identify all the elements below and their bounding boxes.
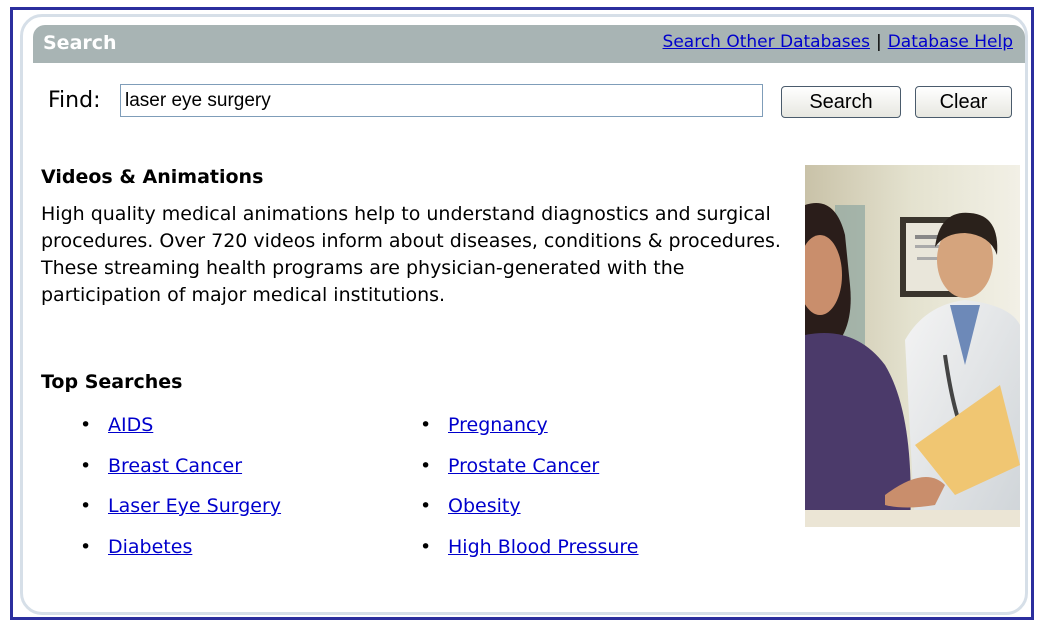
list-item: • High Blood Pressure <box>420 536 639 577</box>
search-link-laser-eye-surgery[interactable]: Laser Eye Surgery <box>108 495 281 517</box>
list-item: • Diabetes <box>80 536 281 577</box>
search-input[interactable] <box>120 84 763 117</box>
top-searches-right-list: • Pregnancy • Prostate Cancer • Obesity • Hi… <box>420 414 639 576</box>
bullet: • <box>420 414 432 436</box>
top-searches-left-list: • AIDS • Breast Cancer • Laser Eye Surgery … <box>80 414 281 576</box>
search-link-prostate-cancer[interactable]: Prostate Cancer <box>448 455 599 477</box>
search-button[interactable]: Search <box>781 86 901 118</box>
bullet: • <box>80 495 92 517</box>
search-other-databases-link[interactable]: Search Other Databases <box>663 32 870 52</box>
bullet: • <box>420 454 432 477</box>
top-searches-heading: Top Searches <box>41 371 183 393</box>
header-links: Search Other Databases | Database Help <box>663 32 1013 52</box>
doctor-patient-photo <box>805 165 1020 527</box>
link-separator: | <box>875 32 882 52</box>
panel-title: Search <box>43 32 117 54</box>
bullet: • <box>80 414 92 436</box>
bullet: • <box>80 454 92 477</box>
search-link-breast-cancer[interactable]: Breast Cancer <box>108 455 242 477</box>
list-item: • Prostate Cancer <box>420 455 639 496</box>
search-link-high-blood-pressure[interactable]: High Blood Pressure <box>448 536 639 558</box>
photo-illustration <box>805 165 1020 527</box>
bullet: • <box>420 495 432 517</box>
bullet: • <box>420 535 432 558</box>
search-link-aids[interactable]: AIDS <box>108 414 153 436</box>
list-item: • Pregnancy <box>420 414 639 455</box>
clear-button[interactable]: Clear <box>915 86 1012 118</box>
search-link-obesity[interactable]: Obesity <box>448 495 521 517</box>
search-link-pregnancy[interactable]: Pregnancy <box>448 414 548 436</box>
database-help-link[interactable]: Database Help <box>888 32 1013 52</box>
list-item: • Obesity <box>420 495 639 536</box>
list-item: • AIDS <box>80 414 281 455</box>
panel-header: Search Search Other Databases | Database H… <box>33 25 1025 63</box>
videos-heading: Videos & Animations <box>41 166 264 188</box>
bullet: • <box>80 535 92 558</box>
search-link-diabetes[interactable]: Diabetes <box>108 536 192 558</box>
list-item: • Laser Eye Surgery <box>80 495 281 536</box>
list-item: • Breast Cancer <box>80 455 281 496</box>
find-label: Find: <box>48 88 101 113</box>
videos-description: High quality medical animations help to … <box>41 203 781 306</box>
